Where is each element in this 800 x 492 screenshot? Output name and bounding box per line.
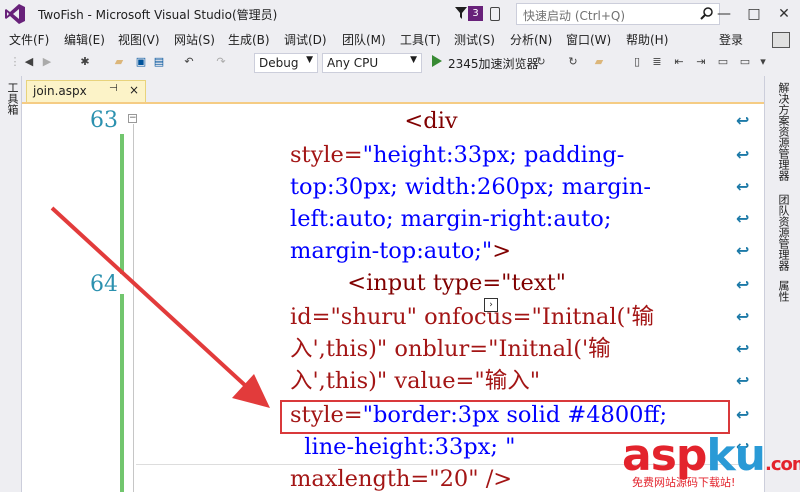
save-all-icon[interactable]: ▤: [152, 55, 166, 69]
redo-icon[interactable]: ↷: [214, 55, 228, 69]
browser-link-icon[interactable]: ↻: [566, 55, 580, 69]
word-wrap-icon: ↩: [736, 371, 750, 390]
login-link[interactable]: 登录: [719, 31, 743, 48]
undo-icon[interactable]: ↶: [182, 55, 196, 69]
toolbar-grip-icon: ⋮: [9, 55, 21, 68]
folder-icon[interactable]: ▰: [592, 55, 606, 69]
platform-select[interactable]: Any CPU ▼: [322, 53, 422, 73]
chevron-down-icon: ▼: [410, 55, 417, 65]
word-wrap-icon: ↩: [736, 241, 750, 260]
highlight-annotation-box: [280, 400, 730, 434]
menu-help[interactable]: 帮助(H): [626, 31, 668, 48]
pin-icon[interactable]: ⊣: [109, 83, 118, 94]
line-number-63: 63: [90, 108, 118, 133]
indent-icon[interactable]: ⇥: [694, 55, 708, 69]
smart-tag-icon[interactable]: ›: [484, 298, 498, 312]
toolbox-tab[interactable]: 工具箱: [4, 82, 20, 115]
close-button[interactable]: ✕: [772, 4, 796, 24]
menu-analyze[interactable]: 分析(N): [510, 31, 552, 48]
outline-guide: [133, 124, 134, 492]
feedback-icon[interactable]: [490, 7, 500, 21]
menu-test[interactable]: 测试(S): [454, 31, 495, 48]
title-bar: TwoFish - Microsoft Visual Studio(管理员) 3…: [0, 0, 800, 28]
open-file-icon[interactable]: ▰: [112, 55, 126, 69]
menu-bar: 文件(F) 编辑(E) 视图(V) 网站(S) 生成(B) 调试(D) 团队(M…: [0, 28, 800, 50]
menu-debug[interactable]: 调试(D): [284, 31, 327, 48]
menu-edit[interactable]: 编辑(E): [64, 31, 105, 48]
word-wrap-icon: ↩: [736, 209, 750, 228]
menu-file[interactable]: 文件(F): [9, 31, 49, 48]
word-wrap-icon: ↩: [736, 307, 750, 326]
code-line: maxlength="20" />: [290, 466, 513, 492]
menu-window[interactable]: 窗口(W): [566, 31, 611, 48]
menu-view[interactable]: 视图(V): [118, 31, 160, 48]
code-line: top:30px; width:260px; margin-: [290, 174, 651, 200]
uncomment-icon[interactable]: ▭: [738, 55, 752, 69]
save-icon[interactable]: ▣: [134, 55, 148, 69]
line-number-64: 64: [90, 272, 118, 297]
code-line: 入',this)" onblur="Initnal('输: [290, 336, 611, 362]
quick-launch-input[interactable]: 快速启动 (Ctrl+Q): [516, 3, 720, 25]
platform-value: Any CPU: [327, 56, 379, 70]
document-icon[interactable]: ▯: [630, 55, 644, 69]
close-icon[interactable]: ×: [129, 83, 139, 97]
left-tool-strip: 工具箱: [0, 76, 22, 492]
maximize-button[interactable]: □: [742, 4, 766, 24]
code-line: id="shuru" onfocus="Initnal('输: [290, 304, 655, 330]
menu-tools[interactable]: 工具(T): [400, 31, 441, 48]
word-wrap-icon: ↩: [736, 339, 750, 358]
code-line: <input type="text": [290, 270, 566, 296]
team-explorer-tab[interactable]: 团队资源管理器: [775, 194, 791, 271]
change-marker: [120, 134, 124, 274]
user-account-icon[interactable]: [772, 32, 790, 48]
code-line: line-height:33px; ": [290, 434, 516, 460]
menu-team[interactable]: 团队(M): [342, 31, 386, 48]
word-wrap-icon: ↩: [736, 275, 750, 294]
window-title: TwoFish - Microsoft Visual Studio(管理员): [38, 8, 278, 22]
change-marker: [120, 294, 124, 492]
start-debug-icon[interactable]: [432, 55, 442, 67]
navigate-back-icon[interactable]: ◀: [22, 55, 36, 69]
collapse-icon[interactable]: −: [128, 114, 137, 123]
menu-website[interactable]: 网站(S): [174, 31, 215, 48]
code-line: 入',this)" value="输入": [290, 368, 541, 394]
minimize-button[interactable]: —: [712, 4, 736, 24]
chevron-down-icon: ▼: [306, 55, 313, 65]
code-line: <div: [290, 108, 458, 134]
word-wrap-icon: ↩: [736, 177, 750, 196]
word-wrap-icon: ↩: [736, 145, 750, 164]
tab-label: join.aspx: [33, 84, 87, 98]
quick-launch-placeholder: 快速启动 (Ctrl+Q): [523, 9, 626, 23]
refresh-icon[interactable]: ↻: [534, 55, 548, 69]
word-wrap-icon: ↩: [736, 111, 750, 130]
code-line: style="height:33px; padding-: [290, 142, 625, 168]
navigate-forward-icon[interactable]: ▶: [40, 55, 54, 69]
configuration-value: Debug: [259, 56, 299, 70]
comment-icon[interactable]: ▭: [716, 55, 730, 69]
new-project-icon[interactable]: ✱: [78, 55, 92, 69]
menu-build[interactable]: 生成(B): [228, 31, 270, 48]
standard-toolbar: ⋮ ◀ ▶ ✱ ▰ ▣ ▤ ↶ ↷ Debug ▼ Any CPU ▼ 2345加速…: [0, 50, 800, 76]
solution-explorer-tab[interactable]: 解决方案资源管理器: [775, 82, 791, 181]
code-line: margin-top:auto;">: [290, 238, 512, 264]
outdent-icon[interactable]: ⇤: [672, 55, 686, 69]
notification-badge[interactable]: 3: [468, 6, 483, 21]
code-line: left:auto; margin-right:auto;: [290, 206, 612, 232]
tab-join-aspx[interactable]: join.aspx ⊣ ×: [26, 80, 146, 102]
notification-filter-icon[interactable]: [455, 6, 467, 20]
format-icon[interactable]: ≣: [650, 55, 664, 69]
document-tab-strip: join.aspx ⊣ ×: [22, 76, 764, 102]
toolbar-overflow-icon[interactable]: ▾: [756, 55, 770, 69]
browser-select[interactable]: 2345加速浏览器: [448, 55, 539, 72]
word-wrap-icon: ↩: [736, 405, 750, 424]
visual-studio-logo-icon: [5, 4, 25, 24]
watermark-subtitle: 免费网站源码下载站!: [632, 476, 736, 489]
properties-tab[interactable]: 属性: [775, 280, 791, 302]
configuration-select[interactable]: Debug ▼: [254, 53, 318, 73]
